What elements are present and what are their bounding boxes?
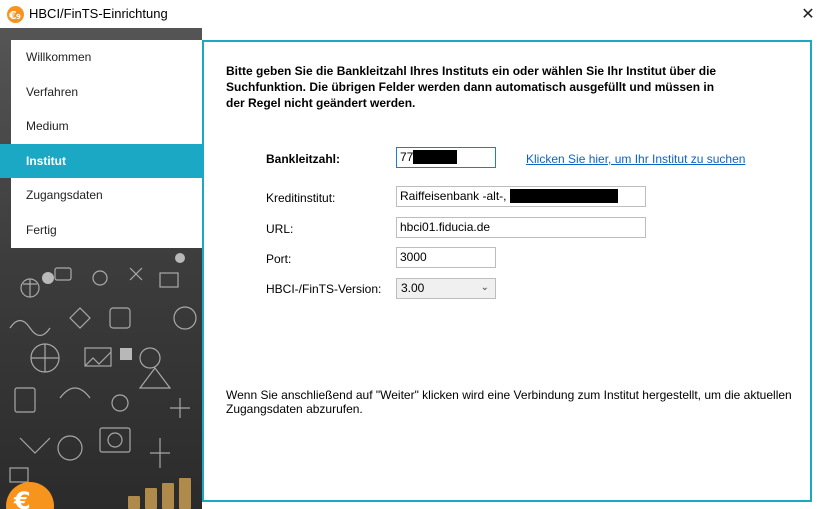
title-bar: € 9 HBCI/FinTS-Einrichtung ✕ [0,0,823,28]
bankleitzahl-value: 77 [400,150,414,164]
redacted-block [413,150,458,164]
kreditinstitut-input[interactable]: Raiffeisenbank -alt-, [396,186,646,207]
sidebar: € Willkommen Verfahren Medium Institut Z… [0,28,202,509]
port-input[interactable]: 3000 [396,247,496,268]
redacted-block [509,189,618,203]
window-title: HBCI/FinTS-Einrichtung [29,6,168,21]
url-label: URL: [266,222,294,236]
port-label: Port: [266,252,292,266]
bankleitzahl-label: Bankleitzahl: [266,152,341,166]
wizard-steps: Willkommen Verfahren Medium Institut Zug… [0,40,202,248]
version-select[interactable]: 3.00 ⌄ [396,278,496,299]
sidebar-item-institut[interactable]: Institut [0,143,202,179]
footer-hint: Wenn Sie anschließend auf "Weiter" klick… [226,388,792,416]
kreditinstitut-value: Raiffeisenbank -alt-, [400,189,507,203]
sidebar-item-verfahren[interactable]: Verfahren [11,75,202,110]
close-icon: ✕ [801,6,815,23]
euro-logo-icon: € 9 [7,6,24,23]
sidebar-item-fertig[interactable]: Fertig [11,213,202,248]
bankleitzahl-input[interactable]: 77 [396,147,496,168]
sidebar-item-zugangsdaten[interactable]: Zugangsdaten [11,178,202,213]
chevron-down-icon: ⌄ [480,282,489,293]
sidebar-item-medium[interactable]: Medium [11,109,202,144]
institute-panel: Bitte geben Sie die Bankleitzahl Ihres I… [202,40,812,502]
kreditinstitut-label: Kreditinstitut: [266,191,336,205]
intro-text: Bitte geben Sie die Bankleitzahl Ihres I… [226,64,717,110]
port-value: 3000 [400,250,427,264]
version-value: 3.00 [401,281,425,295]
sidebar-item-willkommen[interactable]: Willkommen [11,40,202,75]
url-input[interactable]: hbci01.fiducia.de [396,217,646,238]
search-institute-link[interactable]: Klicken Sie hier, um Ihr Institut zu suc… [526,152,745,166]
svg-text:9: 9 [16,13,21,21]
url-value: hbci01.fiducia.de [400,220,491,234]
version-label: HBCI-/FinTS-Version: [266,282,382,296]
svg-text:€: € [13,487,31,509]
close-button[interactable]: ✕ [793,0,823,28]
